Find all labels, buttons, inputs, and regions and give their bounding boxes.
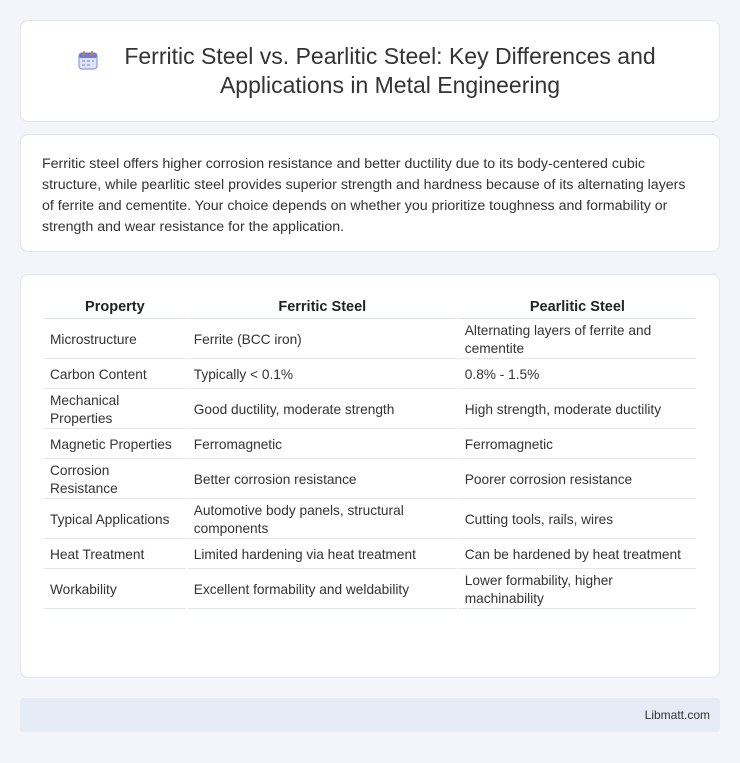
row-property: Magnetic Properties xyxy=(44,431,186,459)
row-property: Typical Applications xyxy=(44,501,186,539)
row-pearlitic: High strength, moderate ductility xyxy=(458,391,696,429)
footer-bar: Libmatt.com xyxy=(20,698,720,732)
row-ferritic: Ferrite (BCC iron) xyxy=(187,321,457,359)
row-property: Microstructure xyxy=(44,321,186,359)
table-row: Heat Treatment Limited hardening via hea… xyxy=(44,541,696,569)
row-pearlitic: Poorer corrosion resistance xyxy=(458,461,696,499)
table-row: Carbon Content Typically < 0.1% 0.8% - 1… xyxy=(44,361,696,389)
page-title: Ferritic Steel vs. Pearlitic Steel: Key … xyxy=(124,43,656,98)
summary-text: Ferritic steel offers higher corrosion r… xyxy=(42,156,686,235)
row-property: Workability xyxy=(44,571,186,609)
footer-site-link[interactable]: Libmatt.com xyxy=(645,708,710,722)
header-property: Property xyxy=(44,295,186,319)
row-property: Heat Treatment xyxy=(44,541,186,569)
table-row: Mechanical Properties Good ductility, mo… xyxy=(44,391,696,429)
table-row: Corrosion Resistance Better corrosion re… xyxy=(44,461,696,499)
summary-card: Ferritic steel offers higher corrosion r… xyxy=(20,134,720,252)
table-row: Microstructure Ferrite (BCC iron) Altern… xyxy=(44,321,696,359)
row-ferritic: Limited hardening via heat treatment xyxy=(187,541,457,569)
comparison-table: Property Ferritic Steel Pearlitic Steel … xyxy=(42,293,698,611)
table-row: Magnetic Properties Ferromagnetic Ferrom… xyxy=(44,431,696,459)
table-header-row: Property Ferritic Steel Pearlitic Steel xyxy=(44,295,696,319)
row-ferritic: Better corrosion resistance xyxy=(187,461,457,499)
row-property: Corrosion Resistance xyxy=(44,461,186,499)
row-ferritic: Excellent formability and weldability xyxy=(187,571,457,609)
header-ferritic: Ferritic Steel xyxy=(187,295,457,319)
row-pearlitic: Alternating layers of ferrite and cement… xyxy=(458,321,696,359)
row-property: Carbon Content xyxy=(44,361,186,389)
table-row: Workability Excellent formability and we… xyxy=(44,571,696,609)
row-property: Mechanical Properties xyxy=(44,391,186,429)
row-ferritic: Good ductility, moderate strength xyxy=(187,391,457,429)
row-ferritic: Typically < 0.1% xyxy=(187,361,457,389)
row-pearlitic: Ferromagnetic xyxy=(458,431,696,459)
row-pearlitic: 0.8% - 1.5% xyxy=(458,361,696,389)
comparison-card: Property Ferritic Steel Pearlitic Steel … xyxy=(20,274,720,678)
table-row: Typical Applications Automotive body pan… xyxy=(44,501,696,539)
title-card: Ferritic Steel vs. Pearlitic Steel: Key … xyxy=(20,20,720,122)
row-ferritic: Ferromagnetic xyxy=(187,431,457,459)
row-pearlitic: Lower formability, higher machinability xyxy=(458,571,696,609)
row-pearlitic: Can be hardened by heat treatment xyxy=(458,541,696,569)
header-pearlitic: Pearlitic Steel xyxy=(458,295,696,319)
row-pearlitic: Cutting tools, rails, wires xyxy=(458,501,696,539)
row-ferritic: Automotive body panels, structural compo… xyxy=(187,501,457,539)
